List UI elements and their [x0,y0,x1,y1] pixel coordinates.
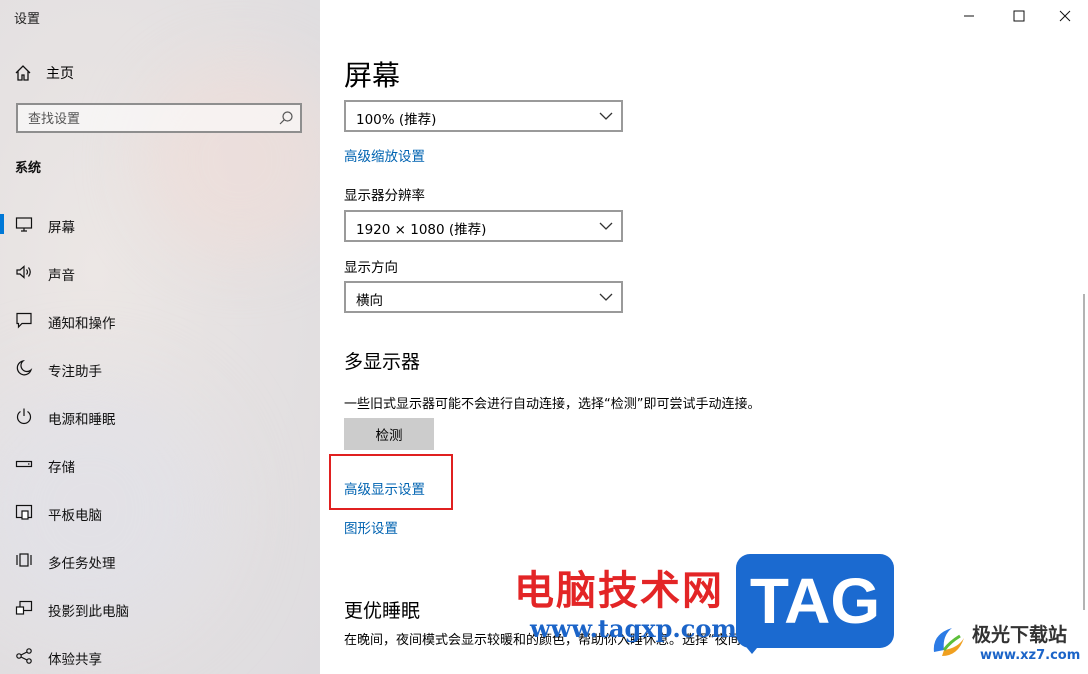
scale-value: 100% (推荐) [356,112,437,128]
tablet-icon [15,504,33,520]
sidebar-item-storage[interactable]: 存储 [0,444,320,484]
chevron-down-icon [599,293,613,301]
search-icon[interactable] [278,110,294,126]
watermark-tag-logo: TAG [736,554,894,648]
active-indicator [0,214,4,234]
close-button[interactable] [1042,0,1088,32]
multi-display-description: 一些旧式显示器可能不会进行自动连接，选择“检测”即可尝试手动连接。 [344,397,761,412]
window-title: 设置 [14,12,41,27]
sidebar-item-display[interactable]: 屏幕 [0,204,320,244]
search-input[interactable] [18,105,280,133]
close-icon [1059,10,1071,22]
sidebar-item-label: 屏幕 [48,220,75,236]
multi-display-heading: 多显示器 [344,351,421,373]
minimize-icon [964,15,974,17]
sidebar-item-label: 投影到此电脑 [48,604,129,620]
watermark-brand-url: www.xz7.com [980,648,1081,663]
scale-dropdown[interactable]: 100% (推荐) [344,100,623,132]
sidebar-item-notifications[interactable]: 通知和操作 [0,300,320,340]
watermark-site-name: 电脑技术网 [514,568,724,614]
maximize-button[interactable] [996,0,1042,32]
sidebar-item-label: 平板电脑 [48,508,102,524]
chevron-down-icon [599,112,613,120]
sidebar: 设置 主页 系统 屏幕 声音 通知和操作 专注助手 电源和睡眠 存储 平板电脑 … [0,0,320,674]
orientation-label: 显示方向 [344,260,398,276]
highlight-annotation [329,454,453,510]
home-label: 主页 [46,66,74,82]
sidebar-item-label: 体验共享 [48,652,102,668]
sidebar-item-sound[interactable]: 声音 [0,252,320,292]
watermark-site-url: www.tagxp.com [530,614,737,643]
sidebar-item-projecting[interactable]: 投影到此电脑 [0,588,320,628]
section-label: 系统 [15,161,42,176]
sidebar-item-multitasking[interactable]: 多任务处理 [0,540,320,580]
sidebar-item-label: 通知和操作 [48,316,116,332]
graphics-settings-link[interactable]: 图形设置 [344,517,398,537]
orientation-value: 横向 [356,293,383,309]
night-light-heading: 更优睡眠 [344,600,421,622]
home-icon [15,65,31,81]
maximize-icon [1013,10,1025,22]
power-icon [16,408,32,425]
detect-button[interactable]: 检测 [344,418,434,450]
sidebar-item-label: 存储 [48,460,75,476]
share-icon [16,648,32,664]
sidebar-item-tablet[interactable]: 平板电脑 [0,492,320,532]
search-box[interactable] [16,103,302,133]
sidebar-item-shared-experiences[interactable]: 体验共享 [0,636,320,674]
sidebar-item-label: 多任务处理 [48,556,116,572]
sidebar-item-label: 声音 [48,268,75,284]
chevron-down-icon [599,222,613,230]
multitask-icon [16,553,32,567]
sidebar-item-label: 电源和睡眠 [48,412,116,428]
brand-logo-icon [933,628,964,656]
page-title: 屏幕 [344,59,401,92]
sidebar-item-label: 专注助手 [48,364,102,380]
home-link[interactable]: 主页 [14,62,74,84]
sidebar-item-power[interactable]: 电源和睡眠 [0,396,320,436]
scrollbar[interactable] [1083,294,1085,610]
minimize-button[interactable] [946,0,992,32]
project-icon [15,600,33,615]
sidebar-item-focus[interactable]: 专注助手 [0,348,320,388]
orientation-dropdown[interactable]: 横向 [344,281,623,313]
notification-icon [16,312,32,329]
watermark-tag-notch [742,642,762,654]
storage-icon [15,460,33,468]
resolution-dropdown[interactable]: 1920 × 1080 (推荐) [344,210,623,242]
monitor-icon [15,217,33,232]
advanced-scaling-link[interactable]: 高级缩放设置 [344,145,425,165]
resolution-value: 1920 × 1080 (推荐) [356,222,487,238]
moon-icon [16,359,33,376]
resolution-label: 显示器分辨率 [344,188,425,204]
watermark-brand: 极光下载站 [972,624,1068,646]
speaker-icon [16,265,31,279]
